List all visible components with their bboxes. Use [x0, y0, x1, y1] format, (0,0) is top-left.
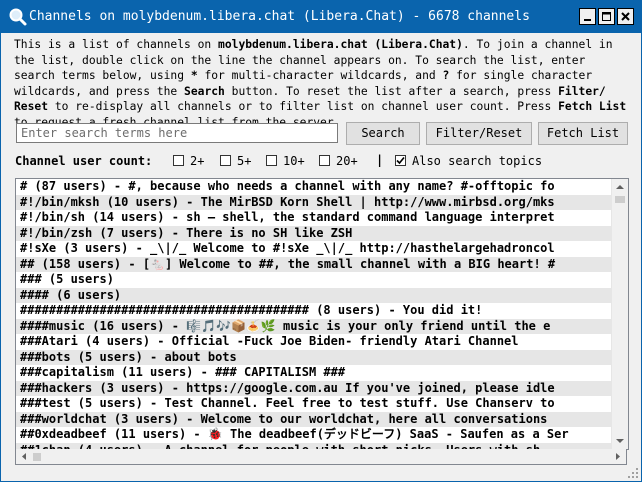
vertical-scrollbar[interactable] — [611, 179, 628, 449]
channel-row[interactable]: # (87 users) - #, because who needs a ch… — [16, 179, 612, 195]
intro-text-6: to re-display all channels or to filter … — [48, 100, 559, 114]
intro-text-5: button. To reset the list after a search… — [224, 84, 559, 98]
channel-row[interactable]: ####music (16 users) - 🎼🎵🎶📦🍝🌿 music is y… — [16, 318, 612, 334]
channel-row[interactable]: #!/bin/sh (14 users) - sh — shell, the s… — [16, 210, 612, 226]
horizontal-scrollbar[interactable] — [15, 449, 627, 465]
user-count-filter: Channel user count: 2+ 5+ 10+ 20+ | Also… — [15, 153, 635, 171]
count-20-label: 20+ — [336, 154, 358, 168]
channel-list[interactable]: # (87 users) - #, because who needs a ch… — [15, 178, 629, 450]
channel-row[interactable]: ###bots (5 users) - about bots — [16, 349, 612, 365]
scroll-left-icon[interactable] — [16, 449, 32, 464]
search-topics-label: Also search topics — [412, 154, 543, 168]
channel-row[interactable]: #!/bin/mksh (10 users) - The MirBSD Korn… — [16, 194, 612, 210]
count-10-checkbox[interactable] — [266, 155, 277, 166]
resize-grip-icon[interactable] — [627, 467, 639, 479]
horizontal-scroll-thumb[interactable] — [33, 453, 41, 461]
intro-search-word: Search — [184, 84, 225, 98]
window-title: Channels on molybdenum.libera.chat (Libe… — [29, 9, 530, 24]
intro-fetch-word: Fetch List — [558, 100, 627, 114]
channel-rows: # (87 users) - #, because who needs a ch… — [16, 179, 612, 449]
scroll-up-icon[interactable] — [612, 179, 628, 195]
server-name: molybdenum.libera.chat (Libera.Chat) — [218, 38, 463, 51]
count-10-label: 10+ — [283, 154, 305, 168]
intro-text-1: This is a list of channels on — [14, 38, 219, 51]
channel-row[interactable]: #### (6 users) — [16, 287, 612, 303]
scroll-down-icon[interactable] — [612, 433, 628, 449]
channel-row[interactable]: ###worldchat (3 users) - Welcome to our … — [16, 411, 612, 427]
scroll-thumb[interactable] — [615, 196, 625, 203]
maximize-icon — [602, 12, 611, 21]
instructions-text: This is a list of channels on molybdenum… — [14, 37, 632, 131]
channel-row[interactable]: ###Atari (4 users) - Official -Fuck Joe … — [16, 334, 612, 350]
magnifier-icon — [9, 8, 27, 26]
close-button[interactable] — [617, 8, 634, 25]
scroll-right-icon[interactable] — [610, 449, 626, 464]
count-5-label: 5+ — [237, 154, 252, 168]
channel-row[interactable]: ###hackers (3 users) - https://google.co… — [16, 380, 612, 396]
filter-reset-button[interactable]: Filter/Reset — [426, 122, 532, 145]
channel-row[interactable]: ###test (5 users) - Test Channel. Feel f… — [16, 396, 612, 412]
wildcard-star: * — [190, 69, 198, 83]
intro-text-3: for multi-character wildcards, and — [197, 69, 443, 83]
maximize-button[interactable] — [598, 8, 615, 25]
channel-row[interactable]: ########################################… — [16, 303, 612, 319]
checkmark-icon — [396, 156, 405, 165]
search-button[interactable]: Search — [346, 122, 420, 145]
search-topics-checkbox[interactable] — [395, 155, 406, 166]
channel-row[interactable]: ##0xdeadbeef (11 users) - 🐞 The deadbeef… — [16, 427, 612, 443]
channel-row[interactable]: #!/bin/zsh (7 users) - There is no SH li… — [16, 225, 612, 241]
channel-list-window: Channels on molybdenum.libera.chat (Libe… — [0, 0, 642, 482]
minimize-button[interactable] — [579, 8, 596, 25]
count-5-checkbox[interactable] — [220, 155, 231, 166]
close-icon — [621, 12, 630, 21]
count-20-checkbox[interactable] — [319, 155, 330, 166]
title-bar[interactable]: Channels on molybdenum.libera.chat (Libe… — [1, 1, 641, 33]
user-count-label: Channel user count: — [15, 154, 153, 168]
count-2-checkbox[interactable] — [173, 155, 184, 166]
channel-row[interactable]: ###capitalism (11 users) - ### CAPITALIS… — [16, 365, 612, 381]
minimize-icon — [584, 19, 591, 21]
search-input[interactable] — [16, 123, 338, 143]
count-2-label: 2+ — [190, 154, 205, 168]
channel-row[interactable]: #!sXe (3 users) - _\|/_ Welcome to #!sXe… — [16, 241, 612, 257]
fetch-list-button[interactable]: Fetch List — [538, 122, 628, 145]
channel-row[interactable]: ## (158 users) - [🐁] Welcome to ##, the … — [16, 256, 612, 272]
channel-row[interactable]: ### (5 users) — [16, 272, 612, 288]
filter-separator: | — [376, 153, 384, 167]
